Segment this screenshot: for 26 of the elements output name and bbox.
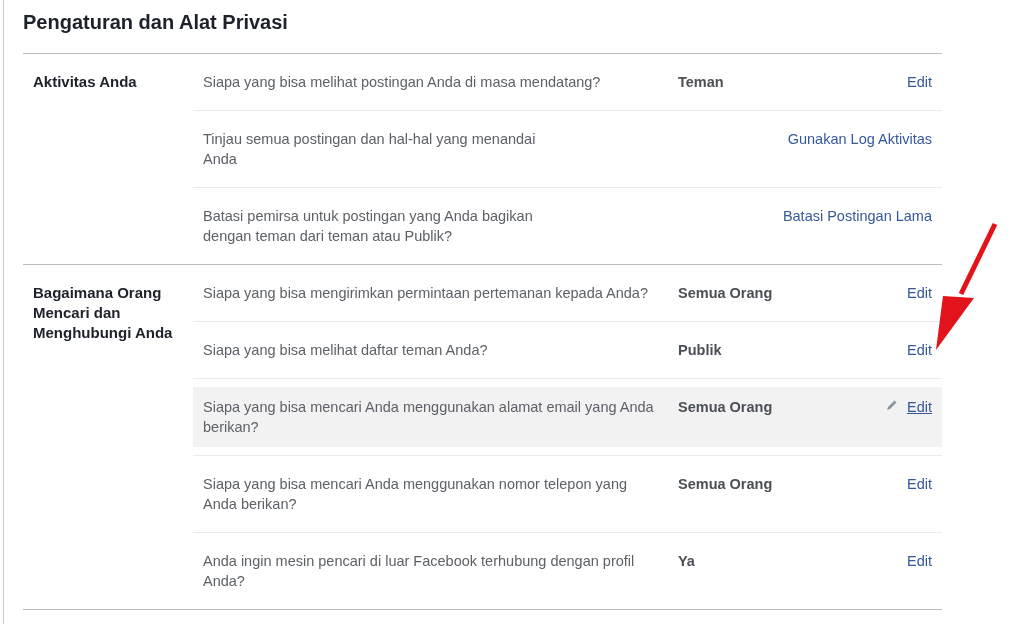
action-link[interactable]: Edit (907, 283, 932, 303)
section-label: Bagaimana Orang Mencari dan Menghubungi Anda (32, 283, 174, 343)
setting-value: Semua Orang (678, 284, 774, 303)
action-link[interactable]: Batasi Postingan Lama (782, 206, 932, 226)
action-link[interactable]: Gunakan Log Aktivitas (787, 129, 932, 149)
setting-question: Batasi pemirsa untuk postingan yang Anda bagikan dengan teman dari teman atau Publik? (203, 207, 534, 246)
setting-question: Tinjau semua postingan dan hal-hal yang menandai Anda (203, 130, 537, 169)
setting-question: Siapa yang bisa mencari Anda menggunakan alamat email yang Anda berikan? (203, 398, 655, 437)
setting-question: Siapa yang bisa mengirimkan permintaan pertemanan kepada Anda? (203, 284, 649, 303)
setting-value: Semua Orang (678, 398, 774, 417)
setting-question: Siapa yang bisa melihat daftar teman Anda? (203, 341, 489, 360)
setting-value: Ya (678, 552, 696, 571)
setting-question: Siapa yang bisa melihat postingan Anda di masa mendatang? (203, 73, 602, 92)
setting-value: Semua Orang (678, 475, 774, 494)
action-link[interactable]: Edit (907, 397, 932, 417)
pencil-icon (887, 399, 897, 410)
action-link[interactable]: Edit (907, 551, 932, 571)
action-link[interactable]: Edit (907, 72, 932, 92)
action-link[interactable]: Edit (907, 340, 932, 360)
action-link[interactable]: Edit (907, 474, 932, 494)
setting-question: Siapa yang bisa mencari Anda menggunakan nomor telepon yang Anda berikan? (203, 475, 628, 514)
setting-value: Publik (678, 341, 723, 360)
page-title: Pengaturan dan Alat Privasi (23, 10, 289, 35)
section-label: Aktivitas Anda (32, 72, 138, 92)
setting-value: Teman (678, 73, 725, 92)
setting-question: Anda ingin mesin pencari di luar Facebook terhubung dengan profil Anda? (203, 552, 636, 591)
